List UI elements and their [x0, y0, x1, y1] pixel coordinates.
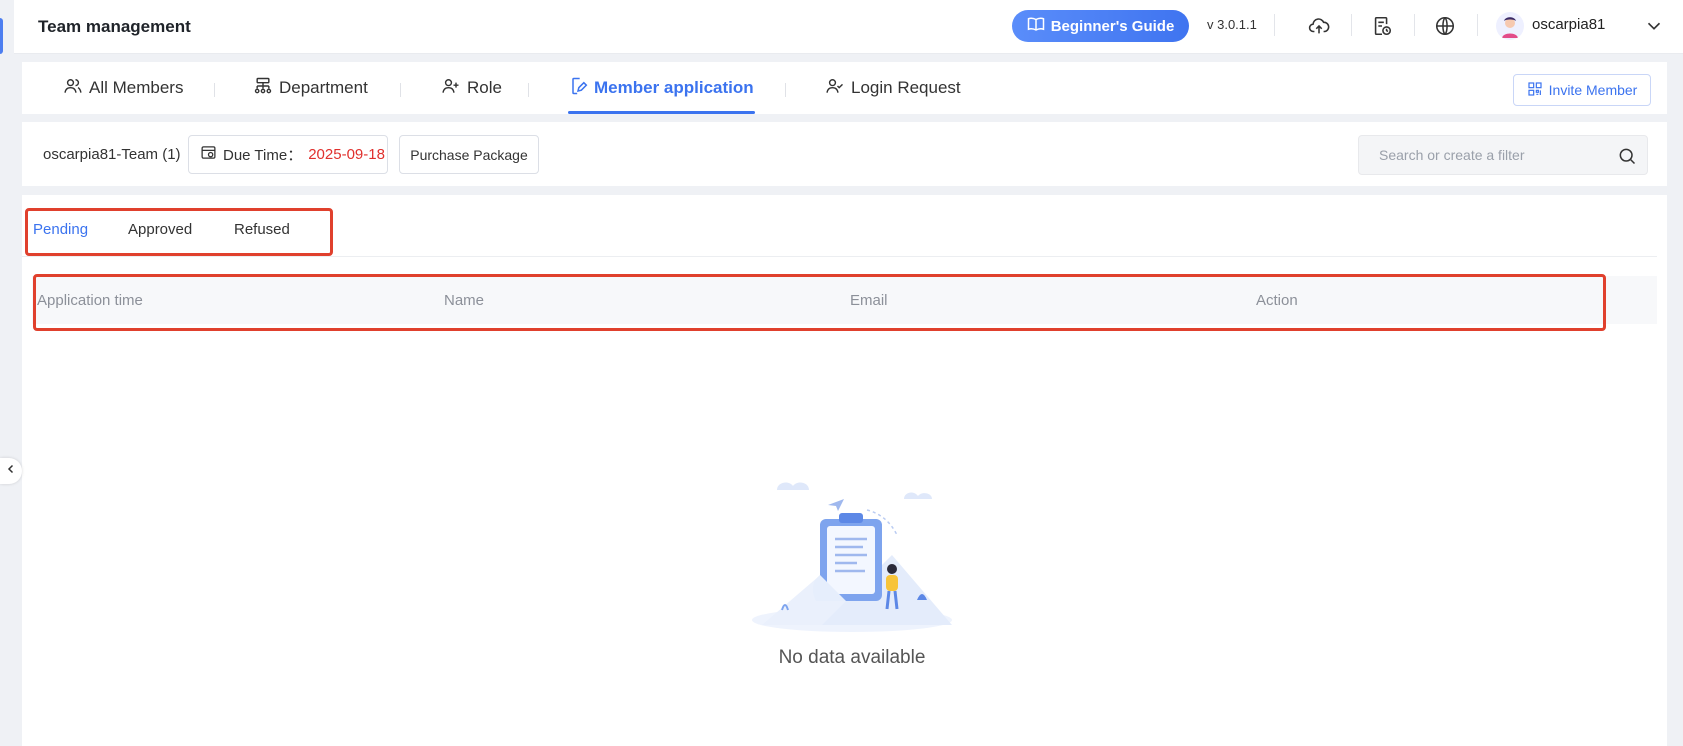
- user-plus-icon: [441, 76, 461, 101]
- empty-clipboard-illustration: [742, 475, 962, 645]
- purchase-package-button[interactable]: Purchase Package: [399, 135, 539, 174]
- beginners-guide-label: Beginner's Guide: [1050, 17, 1175, 35]
- header-divider: [1414, 14, 1415, 36]
- chevron-left-icon: [5, 462, 17, 480]
- tab-label: Role: [467, 78, 502, 97]
- tab-divider: [785, 83, 786, 97]
- tab-label: Login Request: [851, 78, 961, 97]
- search-input[interactable]: [1359, 136, 1609, 174]
- qr-code-icon: [1527, 81, 1543, 100]
- status-tabs-divider: [22, 256, 1657, 257]
- team-info-bar: oscarpia81-Team (1) Due Time： 2025-09-18…: [22, 122, 1667, 186]
- invite-member-button[interactable]: Invite Member: [1513, 74, 1651, 106]
- org-chart-icon: [253, 76, 273, 101]
- user-check-icon: [825, 76, 845, 101]
- top-header: Team management Beginner's Guide v 3.0.1…: [14, 0, 1683, 54]
- tab-all-members[interactable]: All Members: [63, 62, 183, 114]
- sidebar-collapse-handle[interactable]: [0, 458, 22, 484]
- tab-member-application[interactable]: Member application: [568, 62, 754, 114]
- username[interactable]: oscarpia81: [1532, 16, 1605, 33]
- tab-label: All Members: [89, 78, 184, 97]
- tab-department[interactable]: Department: [253, 62, 368, 114]
- cloud-upload-icon[interactable]: [1306, 13, 1332, 39]
- invite-member-label: Invite Member: [1548, 82, 1638, 98]
- users-icon: [63, 76, 83, 101]
- document-clock-icon[interactable]: [1369, 13, 1395, 39]
- due-time-label: Due Time：: [223, 147, 303, 164]
- page-title: Team management: [38, 16, 191, 36]
- team-name: oscarpia81-Team (1): [43, 146, 181, 163]
- header-divider: [1351, 14, 1352, 36]
- section-tabs: All Members Department Role Member appli…: [22, 62, 1667, 114]
- header-divider: [1477, 14, 1478, 36]
- chevron-down-icon[interactable]: [1643, 15, 1665, 37]
- tab-divider: [528, 83, 529, 97]
- version-label: v 3.0.1.1: [1207, 17, 1257, 32]
- tab-login-request[interactable]: Login Request: [825, 62, 961, 114]
- empty-state: No data available: [742, 475, 962, 668]
- header-divider: [1274, 14, 1275, 36]
- edit-document-icon: [568, 76, 588, 101]
- application-list-panel: Pending Approved Refused Application tim…: [22, 195, 1667, 746]
- due-time-box: Due Time： 2025-09-18: [188, 135, 388, 174]
- empty-state-text: No data available: [778, 647, 926, 668]
- tab-divider: [214, 83, 215, 97]
- highlight-box-table-header: [33, 274, 1606, 331]
- tab-divider: [400, 83, 401, 97]
- filter-search-box: [1358, 135, 1648, 175]
- tab-role[interactable]: Role: [441, 62, 502, 114]
- highlight-box-status-tabs: [25, 208, 333, 256]
- tab-label: Department: [279, 78, 368, 97]
- avatar[interactable]: [1496, 12, 1524, 40]
- active-tab-underline: [568, 111, 755, 114]
- edge-accent: [0, 18, 3, 54]
- book-icon: [1027, 15, 1045, 37]
- calendar-clock-icon: [200, 144, 217, 165]
- search-icon[interactable]: [1617, 146, 1637, 166]
- due-date: 2025-09-18: [308, 146, 385, 163]
- globe-icon[interactable]: [1432, 13, 1458, 39]
- tab-label: Member application: [594, 78, 754, 97]
- beginners-guide-button[interactable]: Beginner's Guide: [1012, 10, 1189, 42]
